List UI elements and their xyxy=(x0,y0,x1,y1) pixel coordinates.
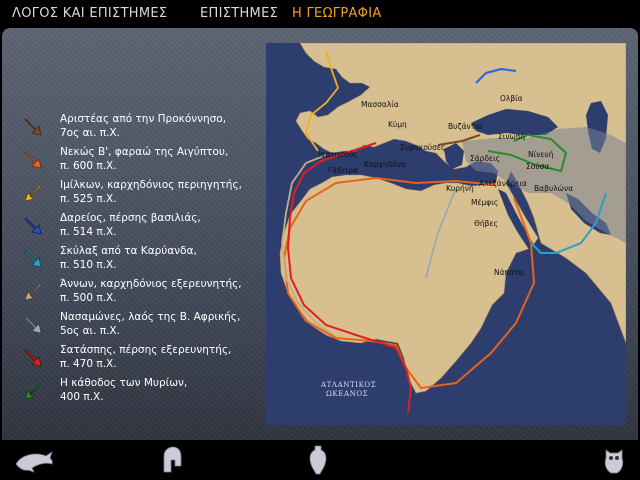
legend-label: Νεκώς Β', φαραώ της Αιγύπτου, π. 600 π.Χ… xyxy=(60,146,229,172)
arrow-icon xyxy=(24,217,42,235)
helmet-icon[interactable] xyxy=(160,444,184,476)
breadcrumb-item-geografia: Η ΓΕΩΓΡΑΦΙΑ xyxy=(292,6,382,21)
legend-label: Άννων, καρχηδόνιος εξερευνητής, π. 500 π… xyxy=(60,278,242,304)
city-label: Κύμη xyxy=(388,120,407,129)
legend-item-nekos[interactable]: Νεκώς Β', φαραώ της Αιγύπτου, π. 600 π.Χ… xyxy=(22,145,262,179)
amphora-icon[interactable] xyxy=(306,444,330,476)
dolphin-icon[interactable] xyxy=(12,444,56,476)
city-label: Σινώπη xyxy=(498,132,525,141)
city-label: Θήβες xyxy=(474,219,498,228)
city-label: Μέμφις xyxy=(471,198,498,207)
city-label: Ιαρτησσός xyxy=(318,150,358,159)
legend-label: Αριστέας από την Προκόννησο, 7ος αι. π.Χ… xyxy=(60,113,227,139)
city-label: Νίνευή xyxy=(528,150,554,159)
arrow-icon xyxy=(24,349,42,367)
legend-label: Σκύλαξ από τα Καρύανδα, π. 510 π.Χ. xyxy=(60,245,197,271)
map: Μασσαλία Κύμη Βυζάντιο Ολβία Σινώπη Ιαρτ… xyxy=(266,43,626,425)
map-svg: Μασσαλία Κύμη Βυζάντιο Ολβία Σινώπη Ιαρτ… xyxy=(266,43,626,425)
breadcrumb-item-epistimes[interactable]: ΕΠΙΣΤΗΜΕΣ xyxy=(200,6,278,21)
city-label: Γάδειρα xyxy=(328,166,358,175)
city-label: Ολβία xyxy=(500,94,523,103)
arrow-icon xyxy=(24,316,42,334)
arrow-icon xyxy=(24,118,42,136)
legend-label: Δαρείος, πέρσης βασιλιάς, π. 514 π.Χ. xyxy=(60,212,201,238)
top-bar: ΛΟΓΟΣ ΚΑΙ ΕΠΙΣΤΗΜΕΣ ΕΠΙΣΤΗΜΕΣ Η ΓΕΩΓΡΑΦΙ… xyxy=(0,0,640,28)
legend-label: Σατάσπης, πέρσης εξερευνητής, π. 470 π.Χ… xyxy=(60,344,232,370)
legend-item-imilkon[interactable]: Ιμίλκων, καρχηδόνιος περιηγητής, π. 525 … xyxy=(22,178,262,212)
legend-label: Νασαμώνες, λαός της Β. Αφρικής, 5ος αι. … xyxy=(60,311,241,337)
legend-item-skylax[interactable]: Σκύλαξ από τα Καρύανδα, π. 510 π.Χ. xyxy=(22,244,262,278)
city-label: Κυρήνη xyxy=(446,184,474,193)
bottom-toolbar xyxy=(0,440,640,480)
arrow-icon xyxy=(24,283,42,301)
legend-label: Ιμίλκων, καρχηδόνιος περιηγητής, π. 525 … xyxy=(60,179,242,205)
city-label: Μασσαλία xyxy=(361,100,399,109)
breadcrumb-item-logos[interactable]: ΛΟΓΟΣ ΚΑΙ ΕΠΙΣΤΗΜΕΣ xyxy=(12,6,167,21)
legend-item-dareios[interactable]: Δαρείος, πέρσης βασιλιάς, π. 514 π.Χ. xyxy=(22,211,262,245)
city-label: Νάπατα xyxy=(494,268,524,277)
legend-item-sataspis[interactable]: Σατάσπης, πέρσης εξερευνητής, π. 470 π.Χ… xyxy=(22,343,262,377)
arrow-icon xyxy=(24,184,42,202)
legend-item-nasamones[interactable]: Νασαμώνες, λαός της Β. Αφρικής, 5ος αι. … xyxy=(22,310,262,344)
legend-item-annon[interactable]: Άννων, καρχηδόνιος εξερευνητής, π. 500 π… xyxy=(22,277,262,311)
city-label: Σάρδεις xyxy=(470,154,500,163)
city-label: Συρακούσες xyxy=(400,143,445,152)
owl-icon[interactable] xyxy=(600,444,628,476)
legend-item-myrioi[interactable]: Η κάθοδος των Μυρίων, 400 π.Χ. xyxy=(22,376,262,410)
city-label: Αλεξάνδρεια xyxy=(479,179,527,188)
ocean-label-line1: ΑΤΛΑΝΤΙΚΟΣ xyxy=(320,381,376,389)
city-label: Σούσα xyxy=(526,162,549,171)
arrow-icon xyxy=(24,250,42,268)
city-label: Βαβυλώνα xyxy=(534,184,573,193)
legend-item-aristeas[interactable]: Αριστέας από την Προκόννησο, 7ος αι. π.Χ… xyxy=(22,112,262,146)
legend-label: Η κάθοδος των Μυρίων, 400 π.Χ. xyxy=(60,377,188,403)
city-label: Καρχηδόνα xyxy=(364,160,406,169)
arrow-icon xyxy=(24,151,42,169)
arrow-icon xyxy=(24,382,42,400)
ocean-label-line2: ΩΚΕΑΝΟΣ xyxy=(326,390,368,398)
city-label: Βυζάντιο xyxy=(448,122,483,131)
